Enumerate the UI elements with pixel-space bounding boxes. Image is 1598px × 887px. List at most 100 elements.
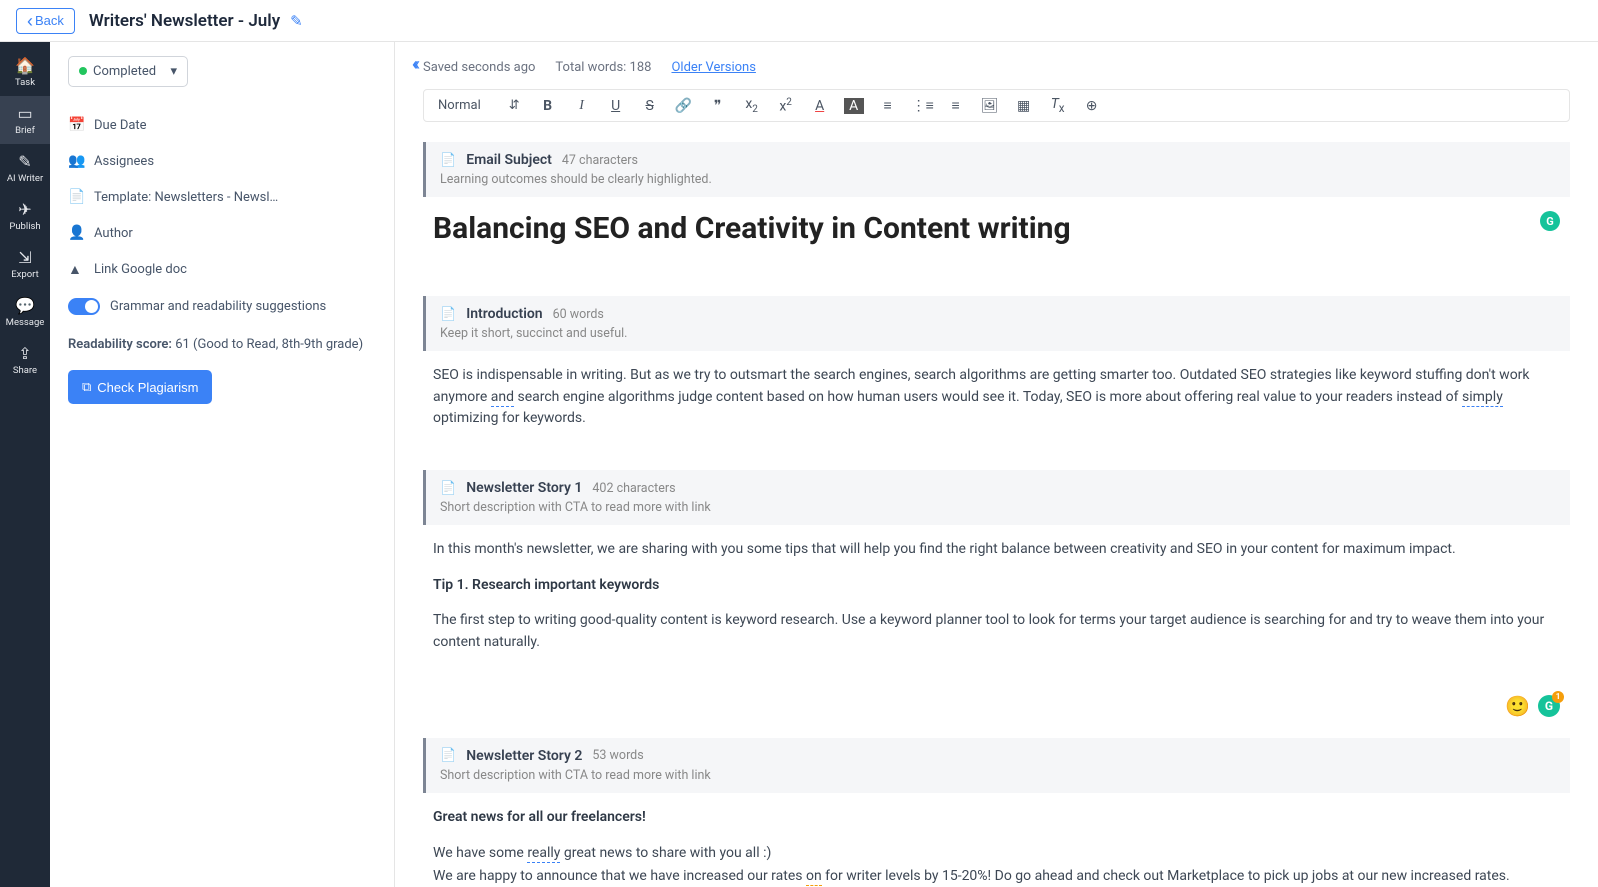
grammar-toggle-row: Grammar and readability suggestions [68,288,376,325]
status-dot-icon [79,67,87,75]
top-bar: Back Writers' Newsletter - July ✎ [0,0,1598,42]
older-versions-link[interactable]: Older Versions [671,60,755,75]
section-title: Newsletter Story 1 [466,480,582,496]
readability-score: Readability score: 61 (Good to Read, 8th… [68,325,376,370]
editor-area: Saved seconds ago Total words: 188 Older… [395,42,1598,887]
ordered-list-button[interactable]: ≡ [878,97,898,114]
word-count: Total words: 188 [555,60,651,75]
subscript-button[interactable]: x2 [742,96,762,115]
meta-label: Template: Newsletters - Newsl… [94,190,278,205]
emoji-icon[interactable]: 🙂 [1505,694,1530,718]
file-icon: 📄 [68,189,88,205]
meta-assignees[interactable]: 👥 Assignees [68,143,376,179]
code-button[interactable]: ▦ [1014,98,1034,114]
grammar-toggle[interactable] [68,298,100,315]
rail-task[interactable]: 🏠 Task [0,48,50,96]
suggestion-word[interactable]: really [527,845,560,863]
clear-format-button[interactable]: Tx [1048,96,1068,115]
meta-label: Assignees [94,154,154,169]
editor-toolbar: Normal ⇵ B I U S 🔗 ❞ x2 x2 A A ≡ ⋮≡ ≡ 🖼 … [423,89,1570,122]
rail-brief[interactable]: ▭ Brief [0,96,50,144]
rail-publish[interactable]: ✈ Publish [0,192,50,240]
rail-label: Share [13,365,37,376]
emoji-tray: 🙂 G [433,694,1560,718]
section-story1: 📄 Newsletter Story 1 402 characters Shor… [423,470,1570,525]
section-introduction: 📄 Introduction 60 words Keep it short, s… [423,296,1570,351]
strike-button[interactable]: S [640,98,660,114]
rail-aiwriter[interactable]: ✎ AI Writer [0,144,50,192]
select-icon: ⇵ [509,98,520,113]
suggestion-word[interactable]: simply [1462,389,1503,407]
edit-title-icon[interactable]: ✎ [290,12,303,30]
meta-label: Author [94,226,133,241]
sidebar: ‹‹‹ Completed ▾ 📅 Due Date 👥 Assignees 📄… [50,42,395,887]
meta-author[interactable]: 👤 Author [68,215,376,251]
rail-export[interactable]: ⇲ Export [0,240,50,288]
brief-icon: ▭ [17,104,32,123]
rail-label: Message [6,317,45,328]
story2-body[interactable]: Great news for all our freelancers! We h… [433,807,1560,887]
unordered-list-button[interactable]: ⋮≡ [912,97,932,114]
rail-label: Export [11,269,38,280]
back-button[interactable]: Back [16,8,75,34]
publish-icon: ✈ [18,200,31,219]
link-button[interactable]: 🔗 [674,98,694,114]
align-button[interactable]: ≡ [946,97,966,114]
calendar-icon: 📅 [68,117,88,133]
content-heading[interactable]: Balancing SEO and Creativity in Content … [433,211,1560,246]
rail-label: Brief [15,125,35,136]
section-icon: 📄 [440,748,456,763]
section-email-subject: 📄 Email Subject 47 characters Learning o… [423,142,1570,197]
section-icon: 📄 [440,481,456,496]
share-icon: ⇪ [18,344,31,363]
superscript-button[interactable]: x2 [776,97,796,115]
quote-button[interactable]: ❞ [708,98,728,114]
underline-button[interactable]: U [606,98,626,114]
chevron-down-icon: ▾ [170,64,177,79]
rail-message[interactable]: 💬 Message [0,288,50,336]
page-title: Writers' Newsletter - July [89,11,280,31]
suggestion-word[interactable]: and [491,389,514,407]
section-desc: Short description with CTA to read more … [440,768,1556,783]
saved-status: Saved seconds ago [423,60,535,75]
section-icon: 📄 [440,153,456,168]
section-desc: Short description with CTA to read more … [440,500,1556,515]
meta-template[interactable]: 📄 Template: Newsletters - Newsl… [68,179,376,215]
meta-duedate[interactable]: 📅 Due Date [68,107,376,143]
bold-button[interactable]: B [538,98,558,114]
collapse-sidebar-icon[interactable]: ‹‹‹ [412,54,416,75]
format-select[interactable]: Normal ⇵ [434,96,524,115]
status-dropdown[interactable]: Completed ▾ [68,56,188,87]
section-meta: 47 characters [562,153,638,168]
suggestion-word[interactable]: on [806,868,822,886]
text-color-button[interactable]: A [810,98,830,114]
editor-header: Saved seconds ago Total words: 188 Older… [423,60,1570,75]
rail-label: Task [15,77,35,88]
home-icon: 🏠 [15,56,35,75]
status-label: Completed [93,64,156,79]
section-title: Introduction [466,306,542,322]
pencil-icon: ✎ [18,152,31,171]
rail-label: AI Writer [7,173,43,184]
drive-icon: ▲ [68,261,88,278]
grammarly-badge-icon[interactable]: G [1538,695,1560,717]
meta-googledoc[interactable]: ▲ Link Google doc [68,251,376,288]
italic-button[interactable]: I [572,98,592,114]
grammarly-icon[interactable]: G [1540,211,1560,231]
nav-rail: 🏠 Task ▭ Brief ✎ AI Writer ✈ Publish ⇲ E… [0,42,50,887]
section-icon: 📄 [440,307,456,322]
intro-body[interactable]: SEO is indispensable in writing. But as … [433,365,1560,430]
embed-button[interactable]: ⊕ [1082,98,1102,114]
bg-color-button[interactable]: A [844,98,864,114]
image-button[interactable]: 🖼 [980,98,1000,114]
section-story2: 📄 Newsletter Story 2 53 words Short desc… [423,738,1570,793]
story1-body[interactable]: In this month's newsletter, we are shari… [433,539,1560,654]
meta-label: Link Google doc [94,262,187,277]
message-icon: 💬 [15,296,35,315]
section-meta: 402 characters [592,481,675,496]
users-icon: 👥 [68,153,88,169]
rail-share[interactable]: ⇪ Share [0,336,50,384]
user-icon: 👤 [68,225,88,241]
section-title: Newsletter Story 2 [466,748,582,764]
check-plagiarism-button[interactable]: Check Plagiarism [68,370,212,404]
